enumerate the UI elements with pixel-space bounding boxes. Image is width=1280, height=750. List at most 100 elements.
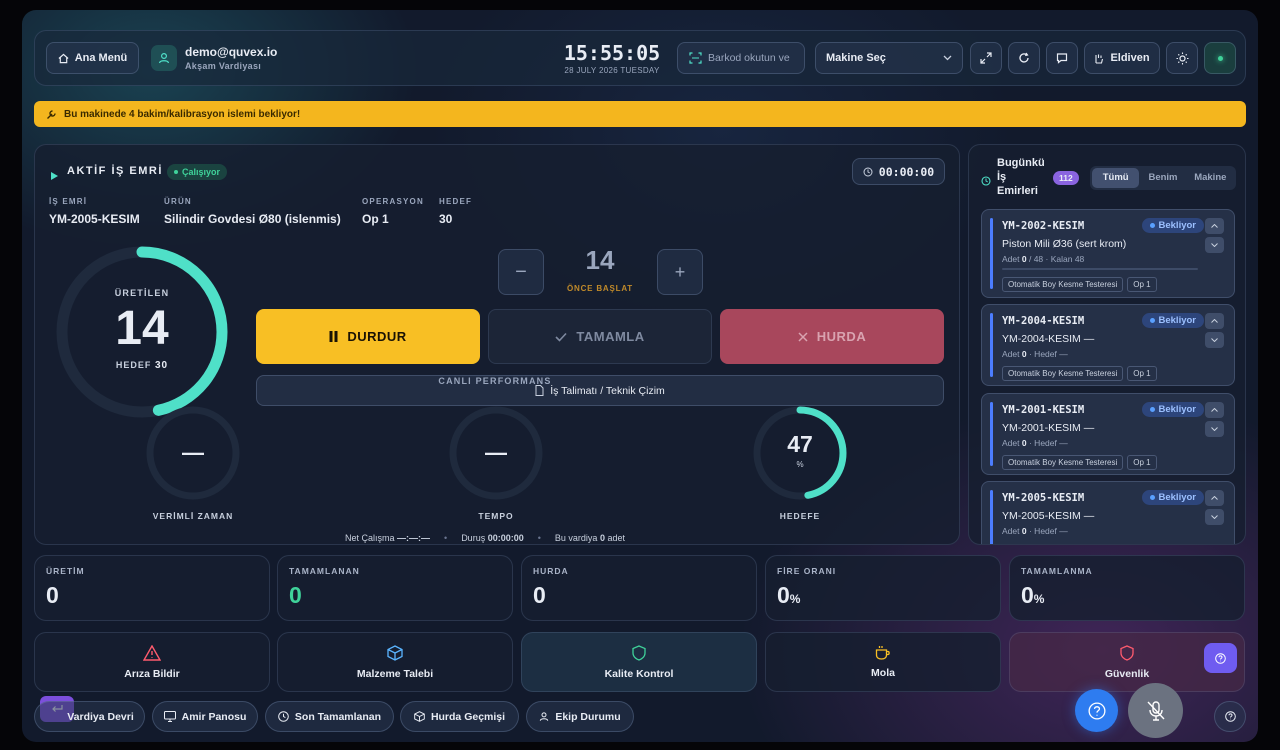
job-quantity: Adet 0 · Hedef — xyxy=(1002,349,1068,359)
footer-label: Vardiya Devri xyxy=(67,710,134,723)
job-card[interactable]: YM-2001-KESIM Bekliyor YM-2001-KESIM — A… xyxy=(981,393,1235,475)
report-fault-button[interactable]: Arıza Bildir xyxy=(34,632,270,692)
refresh-button[interactable] xyxy=(1008,42,1040,74)
produced-value: 14 xyxy=(115,302,169,355)
target-label: HEDEF xyxy=(439,197,473,206)
last-completed-button[interactable]: Son Tamamlanan xyxy=(265,701,394,732)
connection-status-button[interactable] xyxy=(1204,42,1236,74)
job-quantity: Adet 0 / 48 · Kalan 48 xyxy=(1002,254,1085,264)
move-down-button[interactable] xyxy=(1205,332,1224,348)
move-up-button[interactable] xyxy=(1205,218,1224,234)
footer-label: Amir Panosu xyxy=(181,710,247,723)
glove-label: Eldiven xyxy=(1110,52,1150,64)
active-job-panel: AKTİF İŞ EMRİ Çalışıyor 00:00:00 İŞ EMRİ… xyxy=(34,144,960,545)
quality-control-button[interactable]: Kalite Kontrol xyxy=(521,632,757,692)
monitor-icon xyxy=(163,711,176,722)
complete-button[interactable]: TAMAMLA xyxy=(488,309,712,364)
clock-icon xyxy=(981,173,991,191)
material-request-button[interactable]: Malzeme Talebi xyxy=(277,632,513,692)
machine-select[interactable]: Makine Seç xyxy=(815,42,963,74)
operation-value: Op 1 xyxy=(362,212,389,226)
clock-icon xyxy=(278,711,289,722)
help-fab[interactable] xyxy=(1075,689,1118,732)
machine-tag: Otomatik Boy Kesme Testeresi xyxy=(1002,455,1124,470)
info-button[interactable] xyxy=(1214,701,1246,732)
tab-mine[interactable]: Benim xyxy=(1139,168,1186,188)
tab-machine[interactable]: Makine xyxy=(1187,168,1234,188)
box-icon xyxy=(387,644,403,661)
clock-icon xyxy=(863,167,873,177)
date: 28 JULY 2026 TUESDAY xyxy=(564,66,660,75)
question-icon xyxy=(1224,711,1236,722)
job-code: YM-2005-KESIM xyxy=(1002,492,1085,504)
chevron-down-icon xyxy=(943,55,952,61)
voice-fab[interactable] xyxy=(1128,683,1183,738)
efficient-time-value: — xyxy=(182,440,204,465)
increment-button[interactable]: + xyxy=(657,249,703,295)
move-down-button[interactable] xyxy=(1205,421,1224,437)
machine-select-value: Makine Seç xyxy=(826,52,886,64)
fullscreen-button[interactable] xyxy=(970,42,1002,74)
job-tags: Otomatik Boy Kesme Testeresi Op 1 xyxy=(1002,363,1161,381)
break-button[interactable]: Mola xyxy=(765,632,1001,692)
chat-icon xyxy=(1056,52,1068,64)
stepper-value: 14 xyxy=(585,245,615,275)
scrap-label: HURDA xyxy=(816,329,867,344)
scrap-button[interactable]: HURDA xyxy=(720,309,944,364)
today-count-badge: 112 xyxy=(1053,171,1079,185)
job-name: YM-2005-KESIM — xyxy=(1002,510,1095,522)
shift-handover-button[interactable]: Vardiya Devri xyxy=(34,701,145,732)
net-work: Net Çalışma —:—:— xyxy=(345,533,431,543)
question-icon xyxy=(1215,652,1226,664)
status-badge: Bekliyor xyxy=(1141,490,1204,505)
app-frame: Ana Menü demo@quvex.io Akşam Vardiyası 1… xyxy=(22,10,1258,742)
ring-target-value: 30 xyxy=(154,360,169,371)
stop-button[interactable]: DURDUR xyxy=(256,309,480,364)
home-button[interactable]: Ana Menü xyxy=(46,42,139,74)
minus-icon: − xyxy=(515,260,527,283)
decrement-button[interactable]: − xyxy=(498,249,544,295)
barcode-input[interactable]: Barkod okutun ve xyxy=(677,42,805,74)
job-card[interactable]: YM-2005-KESIM Bekliyor YM-2005-KESIM — A… xyxy=(981,481,1235,544)
scrap-history-button[interactable]: Hurda Geçmişi xyxy=(400,701,519,732)
maintenance-alert[interactable]: Bu makinede 4 bakim/kalibrasyon islemi b… xyxy=(34,101,1246,127)
move-down-button[interactable] xyxy=(1205,509,1224,525)
tab-all[interactable]: Tümü xyxy=(1092,168,1140,188)
stop-time: Duruş 00:00:00 xyxy=(461,533,524,543)
status-bar xyxy=(990,218,993,289)
stat-label: TAMAMLANAN xyxy=(289,566,360,576)
move-down-button[interactable] xyxy=(1205,237,1224,253)
supervisor-panel-button[interactable]: Amir Panosu xyxy=(152,701,258,732)
machine-tag: Otomatik Boy Kesme Testeresi xyxy=(1002,277,1124,292)
action-label: Kalite Kontrol xyxy=(604,667,674,680)
chat-button[interactable] xyxy=(1046,42,1078,74)
job-label: İŞ EMRİ xyxy=(49,197,88,206)
move-up-button[interactable] xyxy=(1205,402,1224,418)
shift-count: Bu vardiya 0 adet xyxy=(554,533,626,543)
team-status-button[interactable]: Ekip Durumu xyxy=(526,701,634,732)
stat-production: ÜRETİM 0 xyxy=(34,555,270,621)
help-badge-button[interactable] xyxy=(1204,643,1237,673)
product-label: ÜRÜN xyxy=(164,197,192,206)
job-card[interactable]: YM-2002-KESIM Bekliyor Piston Mili Ø36 (… xyxy=(981,209,1235,298)
job-quantity: Adet 0 · Hedef — xyxy=(1002,526,1068,536)
status-bar xyxy=(990,402,993,466)
stat-completion: TAMAMLANMA 0% xyxy=(1009,555,1245,621)
theme-toggle-button[interactable] xyxy=(1166,42,1198,74)
user-email: demo@quvex.io xyxy=(185,45,278,59)
job-card[interactable]: YM-2004-KESIM Bekliyor YM-2004-KESIM — A… xyxy=(981,304,1235,386)
operation-tag: Op 1 xyxy=(1127,366,1157,381)
user-icon xyxy=(539,711,549,722)
home-icon xyxy=(58,53,69,64)
move-up-button[interactable] xyxy=(1205,313,1224,329)
today-title: Bugünkü İş Emirleri xyxy=(997,157,1045,197)
footer-label: Ekip Durumu xyxy=(555,710,621,723)
glove-button[interactable]: Eldiven xyxy=(1084,42,1160,74)
target-gauge-unit: % xyxy=(796,460,804,469)
stat-waste-rate: FİRE ORANI 0% xyxy=(765,555,1001,621)
box-icon xyxy=(414,711,425,722)
stat-value: 0 xyxy=(533,582,546,608)
move-up-button[interactable] xyxy=(1205,490,1224,506)
ring-target-label: HEDEF xyxy=(115,360,152,370)
job-name: YM-2004-KESIM — xyxy=(1002,333,1095,345)
